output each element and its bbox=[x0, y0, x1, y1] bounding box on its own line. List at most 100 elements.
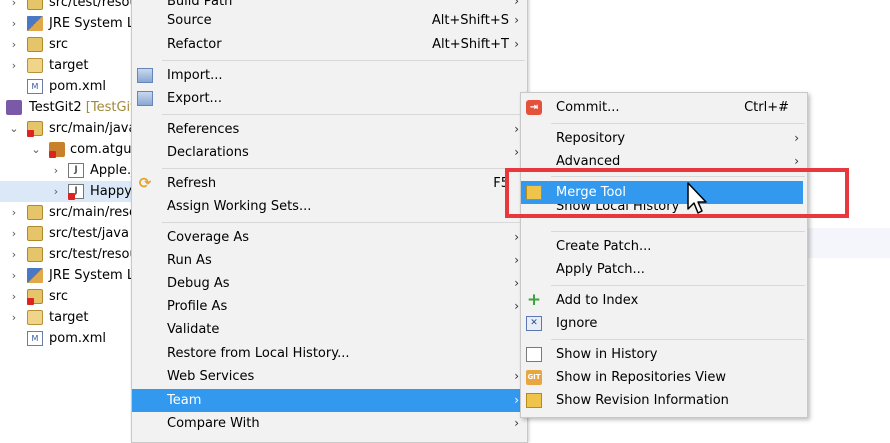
project-name: TestGit2 bbox=[29, 100, 82, 115]
submenu-arrow-icon: › bbox=[514, 299, 519, 313]
menu-item-advanced[interactable]: Advanced › bbox=[521, 150, 807, 173]
menu-item-label: Debug As bbox=[167, 276, 230, 291]
submenu-arrow-icon: › bbox=[514, 122, 519, 136]
chevron-right-icon[interactable]: › bbox=[51, 181, 61, 202]
chevron-right-icon[interactable]: › bbox=[9, 307, 19, 328]
menu-item-refresh[interactable]: ⟳ Refresh F5 bbox=[132, 172, 527, 195]
menu-item-declarations[interactable]: Declarations › bbox=[132, 141, 527, 164]
menu-item-run-as[interactable]: Run As › bbox=[132, 249, 527, 272]
folder-icon bbox=[27, 310, 43, 325]
xml-file-icon: M bbox=[27, 331, 43, 346]
submenu-arrow-icon: › bbox=[794, 154, 799, 168]
menu-item-label: Export... bbox=[167, 91, 222, 106]
library-icon bbox=[27, 16, 43, 31]
menu-item-label: Commit... bbox=[556, 100, 620, 115]
menu-item-profile-as[interactable]: Profile As › bbox=[132, 295, 527, 318]
chevron-right-icon[interactable]: › bbox=[9, 13, 19, 34]
menu-item-label: Validate bbox=[167, 322, 220, 337]
library-icon bbox=[27, 268, 43, 283]
chevron-down-icon[interactable]: ⌄ bbox=[9, 118, 19, 139]
plus-icon: + bbox=[526, 290, 542, 310]
menu-separator bbox=[551, 123, 805, 124]
tree-item-label: src bbox=[49, 289, 68, 304]
chevron-right-icon[interactable]: › bbox=[9, 223, 19, 244]
chevron-down-icon[interactable]: ⌄ bbox=[31, 139, 41, 160]
menu-item-team[interactable]: Team › bbox=[132, 389, 527, 412]
menu-item-refactor[interactable]: Refactor Alt+Shift+T › bbox=[132, 33, 527, 56]
folder-icon bbox=[27, 58, 43, 73]
chevron-right-icon[interactable]: › bbox=[9, 0, 19, 13]
tree-item-label: src/main/java bbox=[49, 121, 137, 136]
ignore-icon: ✕ bbox=[526, 316, 542, 331]
menu-item-show-local-history[interactable]: Show Local History bbox=[521, 204, 807, 218]
menu-item-coverage-as[interactable]: Coverage As › bbox=[132, 226, 527, 249]
change-marker-icon bbox=[49, 151, 56, 158]
tree-item-label: target bbox=[49, 310, 89, 325]
project-explorer-tree: › src/test/resources › JRE System Librar… bbox=[0, 0, 200, 442]
submenu-arrow-icon: › bbox=[514, 13, 519, 27]
menu-item-label: Team bbox=[167, 393, 202, 408]
menu-item-show-in-repositories-view[interactable]: GIT Show in Repositories View bbox=[521, 366, 807, 389]
submenu-arrow-icon: › bbox=[514, 253, 519, 267]
submenu-arrow-icon: › bbox=[514, 37, 519, 51]
menu-item-apply-patch[interactable]: Apply Patch... bbox=[521, 258, 807, 281]
menu-item-label: Add to Index bbox=[556, 293, 639, 308]
menu-item-label: Ignore bbox=[556, 316, 598, 331]
menu-item-label: Create Patch... bbox=[556, 239, 652, 254]
submenu-arrow-icon: › bbox=[514, 393, 519, 407]
menu-item-assign-working-sets[interactable]: Assign Working Sets... bbox=[132, 195, 527, 218]
folder-icon bbox=[27, 37, 43, 52]
menu-separator bbox=[551, 339, 805, 340]
change-marker-icon bbox=[27, 130, 34, 137]
context-menu: Build Path › Source Alt+Shift+S › Refact… bbox=[131, 0, 528, 443]
chevron-right-icon[interactable]: › bbox=[51, 160, 61, 181]
source-folder-icon bbox=[27, 247, 43, 262]
menu-item-export[interactable]: Export... bbox=[132, 87, 527, 110]
chevron-right-icon[interactable]: › bbox=[9, 265, 19, 286]
menu-item-label: Coverage As bbox=[167, 230, 250, 245]
java-file-icon: J bbox=[68, 163, 84, 178]
chevron-right-icon[interactable]: › bbox=[9, 286, 19, 307]
menu-item-label: Show Revision Information bbox=[556, 393, 729, 408]
submenu-arrow-icon: › bbox=[514, 276, 519, 290]
menu-item-label: Show Local History bbox=[556, 204, 680, 214]
menu-item-label: Advanced bbox=[556, 154, 621, 169]
menu-item-source[interactable]: Source Alt+Shift+S › bbox=[132, 9, 527, 32]
menu-item-label: Run As bbox=[167, 253, 212, 268]
menu-item-create-patch[interactable]: Create Patch... bbox=[521, 235, 807, 258]
menu-item-validate[interactable]: Validate bbox=[132, 318, 527, 341]
menu-item-shortcut: Ctrl+# bbox=[744, 100, 789, 115]
revision-info-icon bbox=[526, 393, 542, 408]
project-icon bbox=[6, 100, 22, 115]
menu-item-repository[interactable]: Repository › bbox=[521, 127, 807, 150]
change-marker-icon bbox=[27, 298, 34, 305]
submenu-arrow-icon: › bbox=[514, 145, 519, 159]
menu-item-restore-local-history[interactable]: Restore from Local History... bbox=[132, 342, 527, 365]
menu-separator bbox=[162, 168, 525, 169]
menu-item-debug-as[interactable]: Debug As › bbox=[132, 272, 527, 295]
menu-item-label: Source bbox=[167, 13, 212, 28]
menu-item-shortcut: Alt+Shift+T bbox=[432, 37, 509, 52]
menu-item-show-revision-information[interactable]: Show Revision Information bbox=[521, 389, 807, 412]
menu-item-ignore[interactable]: ✕ Ignore bbox=[521, 312, 807, 335]
mouse-cursor-icon bbox=[687, 182, 707, 214]
menu-item-import[interactable]: Import... bbox=[132, 64, 527, 87]
menu-item-web-services[interactable]: Web Services › bbox=[132, 365, 527, 388]
export-icon bbox=[137, 91, 153, 106]
chevron-right-icon[interactable]: › bbox=[9, 202, 19, 223]
menu-item-merge-tool[interactable]: Merge Tool bbox=[521, 181, 803, 204]
menu-item-label: Web Services bbox=[167, 369, 255, 384]
chevron-right-icon[interactable]: › bbox=[9, 34, 19, 55]
menu-item-label: References bbox=[167, 122, 240, 137]
menu-item-label: Show in Repositories View bbox=[556, 370, 726, 385]
chevron-right-icon[interactable]: › bbox=[9, 55, 19, 76]
menu-item-show-in-history[interactable]: Show in History bbox=[521, 343, 807, 366]
menu-item-commit[interactable]: ⇥ Commit... Ctrl+# bbox=[521, 96, 807, 119]
menu-item-add-to-index[interactable]: + Add to Index bbox=[521, 289, 807, 312]
menu-item-label: Apply Patch... bbox=[556, 262, 645, 277]
chevron-right-icon[interactable]: › bbox=[9, 244, 19, 265]
source-folder-icon bbox=[27, 205, 43, 220]
menu-item-references[interactable]: References › bbox=[132, 118, 527, 141]
menu-item-label: Refactor bbox=[167, 37, 222, 52]
menu-item-shortcut: Alt+Shift+S bbox=[431, 13, 509, 28]
